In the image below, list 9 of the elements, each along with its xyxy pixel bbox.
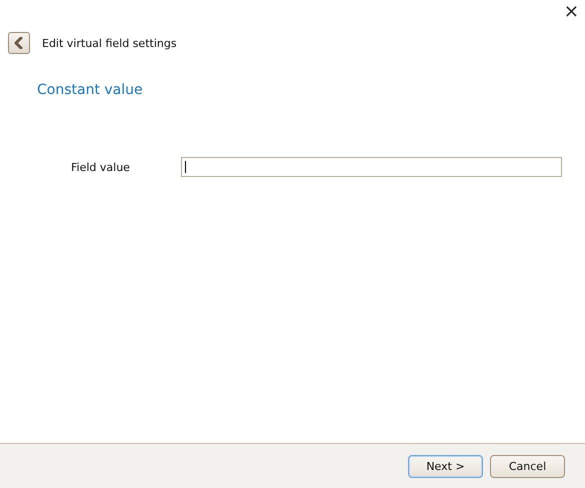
back-button[interactable] xyxy=(8,32,30,54)
dialog-title: Edit virtual field settings xyxy=(42,36,177,50)
section-heading: Constant value xyxy=(37,82,144,98)
close-button[interactable]: × xyxy=(558,0,585,24)
back-icon xyxy=(14,37,24,49)
dialog-button[interactable]: Cancel xyxy=(490,454,565,478)
dialog-button[interactable]: Next > xyxy=(408,454,483,478)
field-label: Field value xyxy=(70,160,131,174)
text-field[interactable] xyxy=(181,157,562,177)
